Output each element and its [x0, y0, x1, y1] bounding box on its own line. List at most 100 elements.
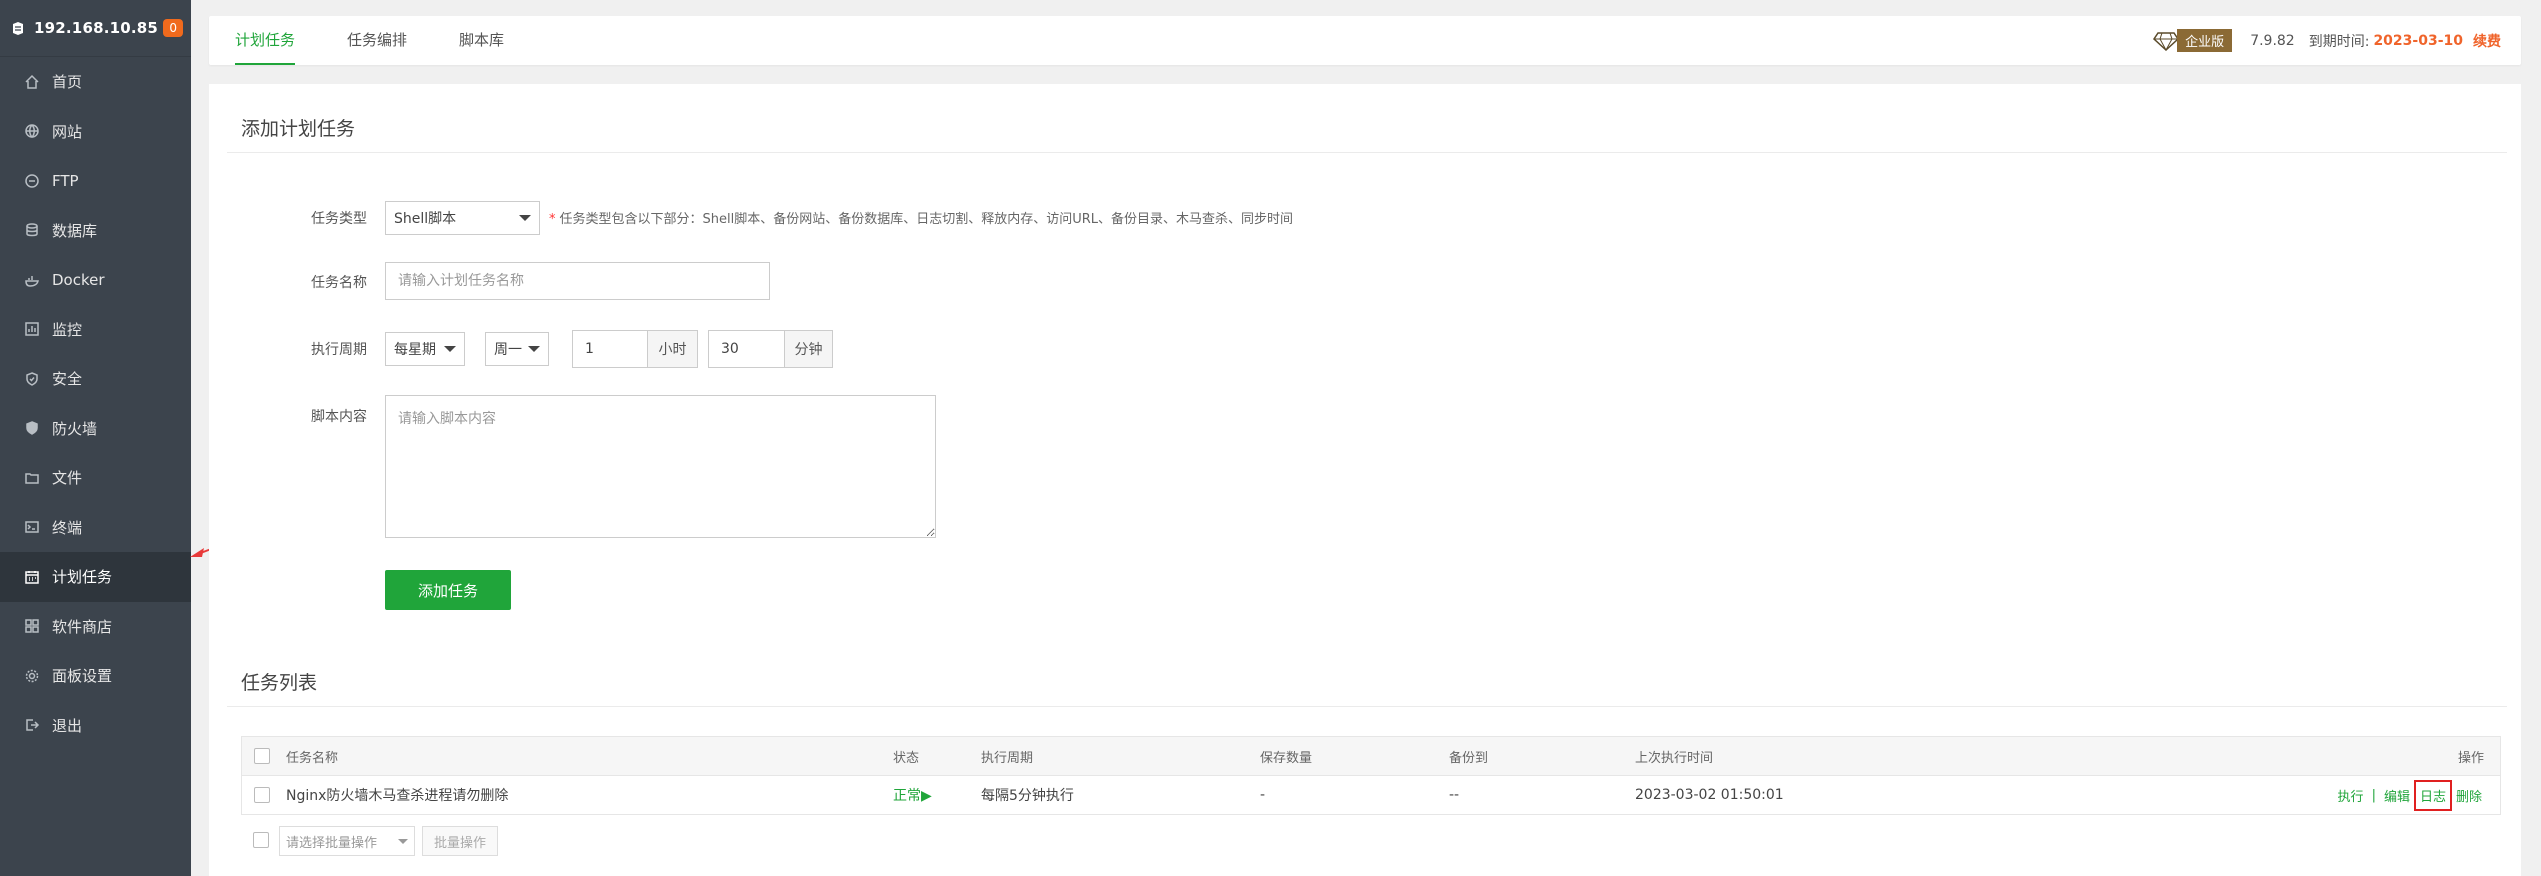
col-backup-to: 备份到 — [1449, 750, 1489, 766]
tab-bar: 计划任务 任务编排 脚本库 — [209, 16, 530, 65]
log-link[interactable]: 日志 — [2420, 790, 2446, 805]
edition-label: 企业版 — [2177, 29, 2233, 52]
col-period: 执行周期 — [981, 750, 1034, 766]
keep-cell: - — [1260, 787, 1266, 803]
period-type-value: 每星期 — [394, 342, 436, 358]
home-icon — [25, 74, 39, 89]
docker-icon — [25, 276, 39, 287]
edition-badge[interactable]: 企业版 — [2153, 29, 2233, 52]
weekday-value: 周一 — [494, 342, 522, 358]
col-keep: 保存数量 — [1260, 750, 1313, 766]
task-type-hint-text: 任务类型包含以下部分：Shell脚本、备份网站、备份数据库、日志切割、释放内存、… — [559, 212, 1294, 227]
sidebar-item-files[interactable]: 文件 — [0, 453, 191, 503]
sidebar-item-label: Docker — [52, 270, 105, 289]
col-actions: 操作 — [2457, 750, 2484, 766]
sidebar-item-security[interactable]: 安全 — [0, 354, 191, 404]
calendar-icon — [25, 570, 39, 584]
batch-operation-select[interactable]: 请选择批量操作 — [279, 826, 415, 856]
task-name-cell: Nginx防火墙木马查杀进程请勿删除 — [286, 788, 509, 804]
folder-icon — [25, 473, 39, 484]
required-star: * — [549, 212, 556, 227]
sidebar-item-home[interactable]: 首页 — [0, 57, 191, 107]
separator: | — [2371, 787, 2376, 803]
weekday-select[interactable]: 周一 — [485, 332, 549, 366]
sidebar-item-ftp[interactable]: FTP — [0, 156, 191, 206]
sidebar-item-label: 首页 — [52, 73, 83, 92]
renew-link[interactable]: 续费 — [2473, 31, 2501, 51]
sidebar-item-label: 退出 — [52, 716, 83, 735]
divider — [227, 706, 2507, 707]
sidebar-item-website[interactable]: 网站 — [0, 107, 191, 157]
logout-icon — [26, 719, 40, 731]
script-textarea[interactable] — [385, 395, 936, 538]
sidebar-item-docker[interactable]: Docker — [0, 255, 191, 305]
expire-label: 到期时间: — [2308, 33, 2370, 50]
notification-badge[interactable]: 0 — [163, 19, 183, 37]
table-row: Nginx防火墙木马查杀进程请勿删除 正常▶ 每隔5分钟执行 - -- 2023… — [242, 776, 2500, 814]
row-checkbox[interactable] — [254, 787, 270, 803]
period-label: 执行周期 — [311, 342, 367, 358]
col-status: 状态 — [893, 750, 920, 766]
hour-input[interactable] — [572, 330, 648, 368]
run-link[interactable]: 执行 — [2338, 786, 2364, 805]
sidebar-item-label: 文件 — [52, 469, 83, 488]
sidebar-item-label: 安全 — [52, 370, 83, 389]
minute-input[interactable] — [708, 330, 785, 368]
batch-select-placeholder: 请选择批量操作 — [286, 835, 378, 851]
sidebar-item-label: 终端 — [52, 518, 83, 537]
row-actions: 执行 | 编辑 日志 删除 — [2338, 779, 2482, 811]
period-cell: 每隔5分钟执行 — [981, 788, 1074, 804]
log-highlight-box: 日志 — [2413, 779, 2452, 811]
col-last-run: 上次执行时间 — [1635, 750, 1714, 766]
task-table: 任务名称 状态 执行周期 保存数量 备份到 上次执行时间 操作 Nginx防火墙… — [241, 736, 2501, 815]
tab-orchestration[interactable]: 任务编排 — [321, 16, 433, 65]
server-ip: 192.168.10.85 — [34, 19, 159, 37]
delete-link[interactable]: 删除 — [2456, 786, 2482, 805]
sidebar-item-firewall[interactable]: 防火墙 — [0, 404, 191, 454]
batch-select-all-checkbox[interactable] — [253, 832, 269, 848]
expire-date: 2023-03-10 — [2373, 32, 2463, 49]
ftp-icon — [25, 174, 39, 188]
edit-link[interactable]: 编辑 — [2384, 786, 2410, 805]
sidebar-item-database[interactable]: 数据库 — [0, 206, 191, 256]
server-logo-icon — [13, 22, 23, 35]
sidebar-item-monitor[interactable]: 监控 — [0, 305, 191, 355]
add-task-button[interactable]: 添加任务 — [385, 570, 511, 610]
col-name: 任务名称 — [286, 750, 339, 766]
sidebar-item-label: 网站 — [52, 122, 83, 141]
sidebar-item-settings[interactable]: 面板设置 — [0, 651, 191, 701]
sidebar-item-logout[interactable]: 退出 — [0, 701, 191, 751]
terminal-icon — [25, 521, 39, 533]
status-badge[interactable]: 正常▶ — [893, 785, 932, 805]
top-bar: 计划任务 任务编排 脚本库 企业版 7.9.82 到期时间: 2023-03-1… — [209, 16, 2521, 65]
sidebar-item-label: 防火墙 — [52, 419, 98, 438]
task-type-hint: * 任务类型包含以下部分：Shell脚本、备份网站、备份数据库、日志切割、释放内存… — [549, 208, 1293, 227]
firewall-icon — [26, 421, 38, 436]
minute-unit: 分钟 — [785, 330, 833, 368]
chevron-down-icon — [398, 838, 408, 844]
task-type-label: 任务类型 — [311, 211, 367, 227]
database-icon — [26, 223, 38, 237]
account-info: 企业版 7.9.82 到期时间: 2023-03-10 续费 — [2153, 16, 2501, 65]
sidebar-item-label: 软件商店 — [52, 617, 113, 636]
store-icon — [25, 619, 39, 633]
sidebar-item-terminal[interactable]: 终端 — [0, 503, 191, 553]
chevron-down-icon — [519, 215, 531, 221]
chevron-down-icon — [528, 346, 540, 352]
task-name-input[interactable] — [385, 262, 770, 300]
period-type-select[interactable]: 每星期 — [385, 332, 465, 366]
tab-script-library[interactable]: 脚本库 — [433, 16, 530, 65]
sidebar-item-store[interactable]: 软件商店 — [0, 602, 191, 652]
last-run-cell: 2023-03-02 01:50:01 — [1635, 787, 1784, 803]
sidebar-item-label: 计划任务 — [52, 568, 113, 587]
tab-cron[interactable]: 计划任务 — [209, 16, 321, 65]
gear-icon — [25, 669, 39, 682]
main-panel: 添加计划任务 任务类型 Shell脚本 * 任务类型包含以下部分：Shell脚本、… — [209, 84, 2521, 876]
task-type-select[interactable]: Shell脚本 — [385, 201, 540, 235]
version-text: 7.9.82 — [2250, 32, 2295, 49]
task-list-title: 任务列表 — [241, 672, 318, 694]
sidebar-header: 192.168.10.85 0 — [0, 0, 191, 57]
select-all-checkbox[interactable] — [254, 748, 270, 764]
batch-operation-button[interactable]: 批量操作 — [422, 826, 498, 856]
sidebar-item-cron[interactable]: 计划任务 — [0, 552, 191, 602]
